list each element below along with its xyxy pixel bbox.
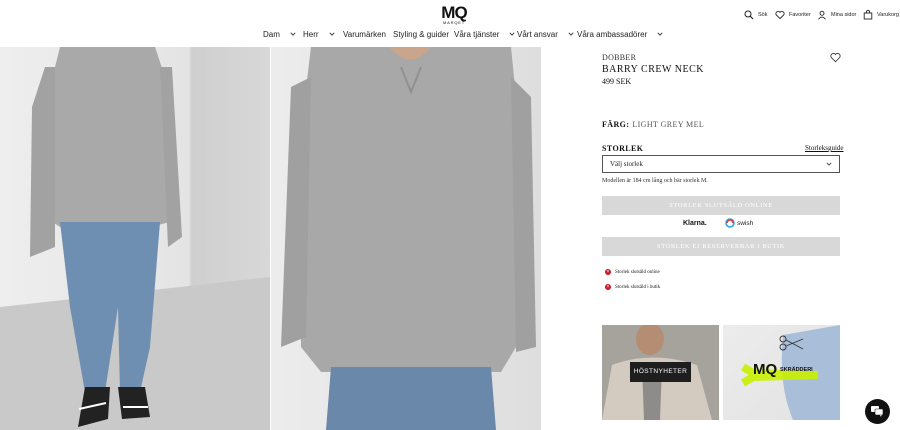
size-select[interactable]: Välj storlek [602, 155, 840, 173]
my-pages-label: Mina sidor [831, 12, 857, 18]
size-select-value: Välj storlek [610, 160, 643, 168]
nav-label: Varumärken [343, 29, 386, 39]
promo-autumn-button[interactable]: HÖSTNYHETER [630, 362, 691, 382]
cart-link[interactable]: Varukorg [863, 9, 899, 21]
nav-label: Vårt ansvar [517, 29, 558, 39]
favorites-label: Favoriter [789, 12, 811, 18]
nav-label: Styling & guider [393, 29, 450, 39]
swish-logo: swish [725, 218, 753, 228]
chevron-down-icon [509, 32, 515, 36]
add-to-favorites-heart-icon[interactable] [830, 52, 841, 63]
chevron-down-icon [826, 162, 832, 166]
mq-logo-subtext: MARQET [443, 20, 465, 25]
color-row: FÄRG: LIGHT GREY MEL [602, 120, 704, 129]
site-header: MQ MARQET Sök Favoriter Mina sidor Varuk… [0, 0, 900, 47]
nav-item-ansvar[interactable]: Vårt ansvar [517, 28, 574, 40]
stock-status-store: × Storlek slutsåld i butik [605, 283, 660, 291]
stock-status-text: Storlek slutsåld i butik [615, 284, 661, 290]
sold-out-online-button[interactable]: STORLEK SLUTSÅLD ONLINE [602, 196, 840, 215]
favorites-link[interactable]: Favoriter [775, 9, 811, 21]
model-illustration [0, 47, 270, 430]
chat-button[interactable] [865, 399, 890, 424]
klarna-logo: Klarna. [683, 219, 707, 227]
my-pages-link[interactable]: Mina sidor [817, 9, 856, 21]
model-closeup-illustration [281, 47, 536, 430]
swish-label: swish [737, 219, 754, 227]
promo-tile-autumn[interactable]: HÖSTNYHETER [602, 325, 719, 420]
swish-icon [725, 218, 735, 228]
nav-label: Våra tjänster [454, 29, 500, 39]
size-guide-link[interactable]: Storleksguide [805, 144, 844, 152]
stock-status-text: Storlek slutsåld online [615, 269, 660, 275]
heart-icon [775, 11, 785, 20]
product-name: BARRY CREW NECK [602, 64, 704, 75]
mq-tailoring-logo: MQ [753, 361, 778, 378]
user-icon [818, 10, 826, 20]
chat-icon [871, 406, 884, 417]
color-label: FÄRG: [602, 120, 630, 129]
search-icon [744, 10, 754, 20]
search-label: Sök [758, 12, 768, 18]
nav-item-ambassadorer[interactable]: Våra ambassadörer [577, 28, 663, 40]
size-label: STORLEK [602, 144, 644, 153]
nav-item-varumarken[interactable]: Varumärken [343, 28, 386, 40]
nav-label: Dam [263, 29, 280, 39]
chevron-down-icon [329, 32, 335, 36]
nav-item-tjanster[interactable]: Våra tjänster [454, 28, 515, 40]
close-icon: × [605, 284, 611, 290]
nav-item-styling[interactable]: Styling & guider [393, 28, 449, 40]
nav-item-herr[interactable]: Herr [303, 28, 335, 40]
stock-status-online: × Storlek slutsåld online [605, 268, 660, 276]
product-image-closeup[interactable] [271, 47, 541, 430]
model-size-note: Modellen är 184 cm lång och bär storlek … [602, 178, 708, 184]
product-brand[interactable]: DOBBER [602, 53, 636, 62]
bag-icon [863, 10, 873, 20]
cart-label: Varukorg [877, 12, 899, 18]
nav-label: Våra ambassadörer [577, 29, 648, 39]
product-image-full[interactable] [0, 47, 270, 430]
promo-tile-tailoring[interactable]: MQ SKRÄDDERI [723, 325, 840, 420]
nav-label: Herr [303, 29, 319, 39]
search-link[interactable]: Sök [744, 9, 767, 21]
tailoring-label: SKRÄDDERI [780, 367, 813, 373]
chevron-down-icon [657, 32, 663, 36]
product-price: 499 SEK [602, 77, 632, 86]
nav-item-dam[interactable]: Dam [263, 28, 296, 40]
not-reservable-button[interactable]: STORLEK EJ RESERVERBAR I BUTIK [602, 237, 840, 256]
chevron-down-icon [568, 32, 574, 36]
close-icon: × [605, 269, 611, 275]
chevron-down-icon [290, 32, 296, 36]
color-value: LIGHT GREY MEL [632, 120, 705, 129]
